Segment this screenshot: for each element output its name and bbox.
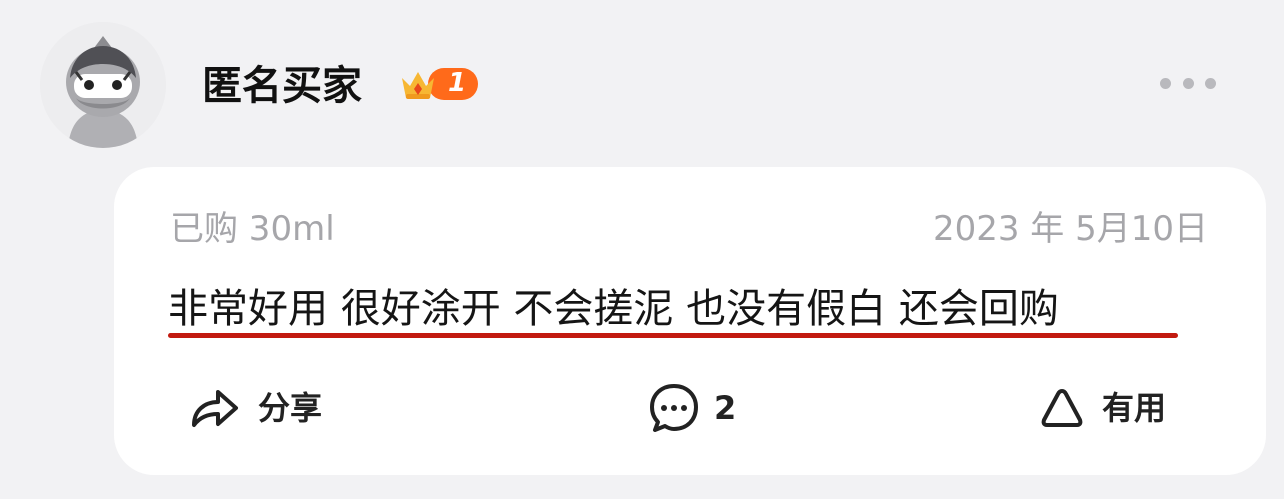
review-text: 非常好用 很好涂开 不会搓泥 也没有假白 还会回购 [168, 286, 1059, 332]
share-label: 分享 [258, 389, 323, 427]
anonymous-ninja-avatar-icon [40, 22, 166, 148]
more-dot [1182, 77, 1194, 89]
avatar[interactable] [40, 22, 166, 148]
comment-bubble-icon [650, 384, 698, 432]
helpful-button[interactable]: 有用 [1040, 381, 1166, 435]
share-button[interactable]: 分享 [188, 381, 322, 435]
comment-button[interactable]: 2 [648, 381, 736, 435]
triangle-thumb-icon [1041, 389, 1083, 427]
level-number: 1 [447, 68, 467, 98]
more-button[interactable] [1160, 68, 1216, 98]
share-arrow-icon [192, 390, 238, 427]
red-underline [168, 333, 1178, 338]
helpful-label: 有用 [1102, 389, 1167, 427]
review-date: 2023 年 5月10日 [932, 209, 1208, 249]
reviewer-name: 匿名买家 [202, 63, 362, 109]
more-dot [1160, 77, 1171, 89]
purchase-spec: 已购 30ml [170, 209, 335, 249]
more-dot [1205, 77, 1216, 89]
comment-count: 2 [714, 389, 737, 427]
review-card: 已购 30ml 2023 年 5月10日 非常好用 很好涂开 不会搓泥 也没有假… [114, 167, 1266, 475]
